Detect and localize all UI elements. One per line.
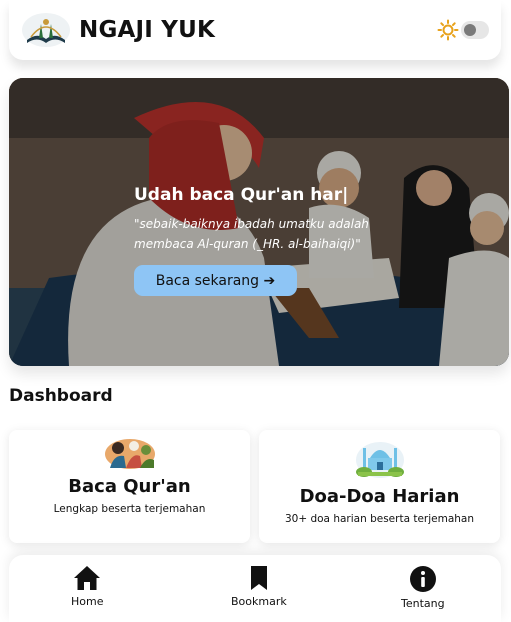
mosque-illustration: [355, 442, 404, 478]
home-icon: [74, 566, 101, 590]
dashboard-title: Dashboard: [9, 386, 113, 406]
reading-people-illustration: [104, 439, 155, 469]
card-title: Baca Qur'an: [68, 476, 191, 497]
theme-toggle[interactable]: [461, 21, 489, 39]
read-now-button-label: Baca sekarang ➔: [155, 272, 276, 289]
bottom-navigation: Home Bookmark Tentang: [9, 555, 501, 622]
quran-book-logo-icon: [22, 13, 70, 47]
hero-quote: "sebaik-baiknya ibadah umatku adalah mem…: [134, 217, 369, 251]
toggle-knob: [464, 24, 476, 36]
read-now-button[interactable]: Baca sekarang ➔: [134, 265, 297, 296]
nav-bookmark-label: Bookmark: [231, 595, 287, 608]
nav-home-label: Home: [71, 595, 104, 608]
info-icon: [409, 566, 436, 592]
app-title: NGAJI YUK: [79, 17, 216, 43]
card-doa-harian[interactable]: Doa-Doa Harian 30+ doa harian beserta te…: [259, 430, 500, 543]
hero-banner: Udah baca Qur'an har| "sebaik-baiknya ib…: [9, 78, 509, 366]
app-header: NGAJI YUK: [9, 0, 501, 60]
nav-bookmark[interactable]: Bookmark: [231, 565, 287, 608]
nav-home[interactable]: Home: [71, 565, 103, 608]
card-baca-quran[interactable]: Baca Qur'an Lengkap beserta terjemahan: [9, 430, 250, 543]
sun-icon: [437, 19, 459, 41]
nav-tentang[interactable]: Tentang: [401, 565, 445, 610]
bookmark-icon: [250, 566, 267, 590]
card-subtitle: Lengkap beserta terjemahan: [53, 503, 206, 515]
hero-title: Udah baca Qur'an har|: [134, 185, 349, 205]
nav-tentang-label: Tentang: [401, 597, 445, 610]
card-title: Doa-Doa Harian: [299, 486, 460, 507]
card-subtitle: 30+ doa harian beserta terjemahan: [284, 513, 475, 525]
